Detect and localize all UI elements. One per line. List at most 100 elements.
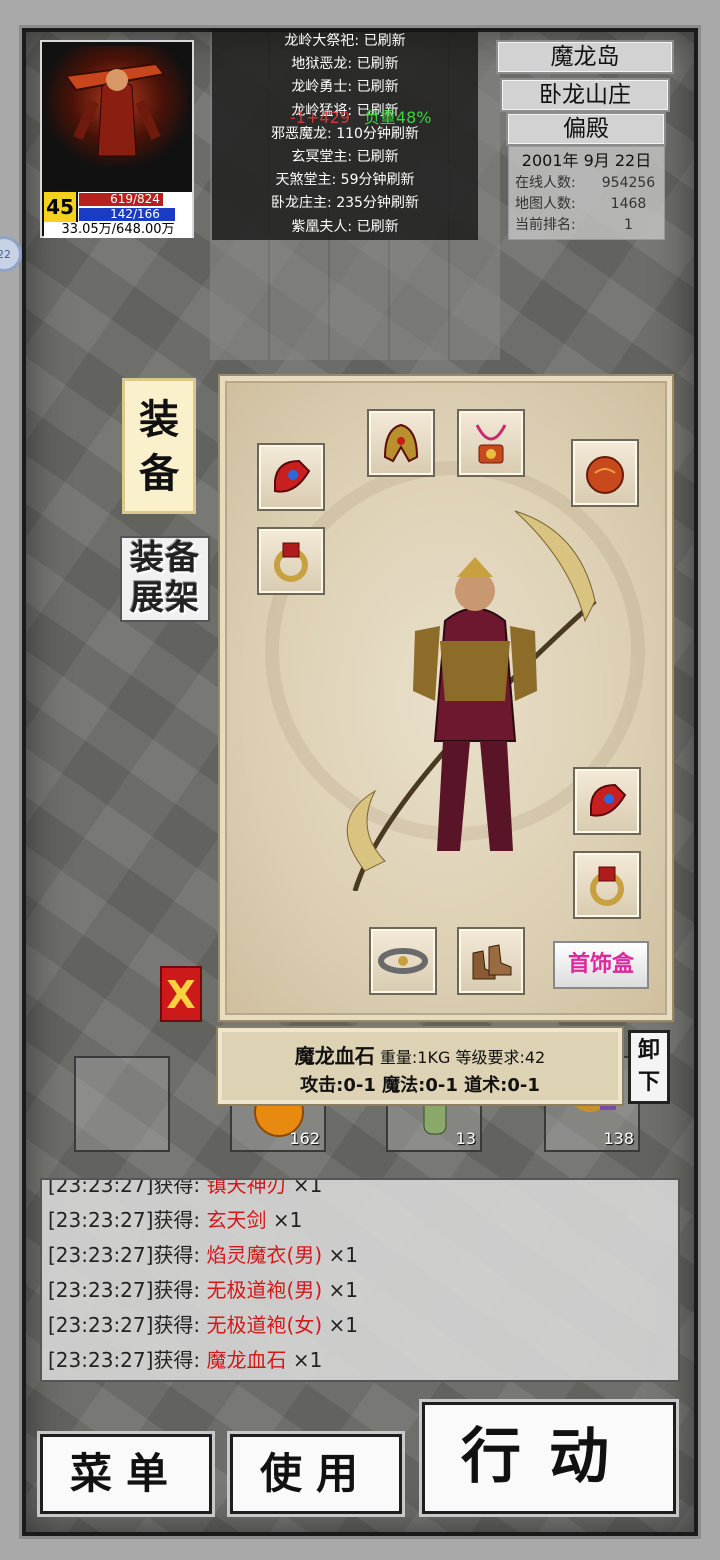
quick-slot-count: 13 — [455, 1129, 476, 1148]
online-value: 954256 — [601, 175, 656, 191]
log-item-name: 无极道袍(男) — [206, 1278, 323, 1302]
log-row: [23:23:27]获得: 无极道袍(男) ×1 — [48, 1273, 358, 1308]
belt-icon — [378, 948, 428, 974]
server-info-panel: 2001年 9月 22日 在线人数: 954256 地图人数: 1468 当前排名:… — [508, 146, 665, 240]
quick-slot-count: 162 — [289, 1129, 320, 1148]
equipment-panel: 首饰盒 — [220, 376, 672, 1020]
log-time: [23:23:27] — [48, 1278, 154, 1302]
damage-text: -1+429 — [290, 108, 350, 127]
tooltip-line-2: 攻击:0-1 魔法:0-1 道术:0-1 — [222, 1071, 618, 1097]
player-portrait: 软辅 — [46, 46, 188, 166]
log-item-name: 魔龙血石 — [206, 1348, 287, 1372]
info-row: 在线人数: 954256 — [515, 173, 658, 194]
log-row: [23:23:27]获得: 玄天剑 ×1 — [48, 1203, 358, 1238]
action-button[interactable]: 行动 — [422, 1402, 676, 1514]
log-quantity: ×1 — [322, 1278, 359, 1302]
log-verb: 获得: — [153, 1278, 207, 1302]
menu-button[interactable]: 菜单 — [40, 1434, 212, 1514]
tooltip-level-req: 等级要求:42 — [455, 1048, 546, 1067]
player-level: 45 — [44, 192, 76, 222]
slot-bracelet-left[interactable] — [257, 443, 325, 511]
mp-text: 142/166 — [110, 207, 160, 221]
log-time: [23:23:27] — [48, 1208, 154, 1232]
equipment-shelf-button[interactable]: 装备 展架 — [120, 536, 210, 622]
location-region: 魔龙岛 — [496, 40, 674, 74]
exp-text: 33.05万/648.00万 — [44, 222, 192, 238]
slot-bracelet-right[interactable] — [573, 767, 641, 835]
player-name: 软辅 — [46, 162, 188, 166]
log-time: [23:23:27] — [48, 1313, 154, 1337]
boss-row: 龙岭大祭祀: 已刷新 — [284, 33, 406, 49]
side-badge-count: 22 — [0, 247, 11, 261]
boss-row: 玄冥堂主: 已刷新 — [291, 148, 399, 165]
mp-bar: 142/166 — [78, 207, 192, 222]
use-button[interactable]: 使用 — [230, 1434, 402, 1514]
quick-slot-count: 138 — [603, 1129, 634, 1148]
ring-icon — [590, 866, 624, 906]
info-row: 地图人数: 1468 — [515, 194, 658, 215]
hp-text: 619/824 — [110, 192, 160, 206]
boss-row: 卧龙庄主: 235分钟刷新 — [271, 195, 419, 212]
quick-slot-1[interactable] — [74, 1056, 170, 1152]
game-date: 2001年 9月 22日 — [521, 151, 652, 170]
log-quantity: ×1 — [266, 1208, 303, 1232]
boots-icon — [472, 944, 512, 980]
log-item-name: 无极道袍(女) — [206, 1313, 323, 1337]
helmet-icon — [383, 423, 419, 463]
close-button[interactable]: X — [160, 966, 202, 1022]
slot-boots[interactable] — [457, 927, 525, 995]
log-row: [23:23:27]获得: 焰灵魔衣(男) ×1 — [48, 1238, 358, 1273]
rank-value: 1 — [624, 217, 633, 233]
log-quantity: ×1 — [286, 1348, 323, 1372]
tooltip-line-1: 魔龙血石 重量:1KG 等级要求:42 — [222, 1040, 618, 1069]
tooltip-item-name: 魔龙血石 — [294, 1044, 375, 1068]
boss-row: 紫凰夫人: 已刷新 — [291, 218, 399, 235]
necklace-icon — [475, 424, 507, 464]
log-quantity: ×1 — [322, 1243, 359, 1267]
log-quantity: ×1 — [322, 1313, 359, 1337]
unequip-button[interactable]: 卸下 — [628, 1030, 670, 1104]
tooltip-attack: 攻击:0-1 — [300, 1075, 376, 1096]
rank-label: 当前排名: — [515, 217, 576, 233]
log-row: [23:23:27]获得: 无极道袍(女) ×1 — [48, 1308, 358, 1343]
item-tooltip: 魔龙血石 重量:1KG 等级要求:42 攻击:0-1 魔法:0-1 道术:0-1 — [218, 1028, 622, 1104]
weight-load-text: 负重48% — [363, 108, 432, 127]
tab-equipment[interactable]: 装备 — [122, 378, 196, 514]
slot-medal[interactable] — [571, 439, 639, 507]
log-time: [23:23:27] — [48, 1243, 154, 1267]
slot-ring-right[interactable] — [573, 851, 641, 919]
map-count-label: 地图人数: — [515, 196, 576, 212]
bracelet-icon — [590, 783, 627, 817]
tooltip-weight: 重量:1KG — [379, 1048, 451, 1067]
log-verb: 获得: — [153, 1348, 207, 1372]
character-model — [346, 510, 597, 891]
log-time: [23:23:27] — [48, 1178, 154, 1197]
log-row: [23:23:27]获得: 镇天神刃 ×1 — [48, 1178, 358, 1203]
slot-necklace[interactable] — [457, 409, 525, 477]
slot-helmet[interactable] — [367, 409, 435, 477]
loot-log-list: [23:23:27]获得: 镇天神刃 ×1 [23:23:27]获得: 玄天剑 ×… — [48, 1178, 358, 1378]
info-row: 当前排名: 1 — [515, 215, 658, 236]
jewelry-box-button[interactable]: 首饰盒 — [553, 941, 649, 989]
bracelet-icon — [274, 459, 311, 493]
boss-row: 龙岭勇士: 已刷新 — [291, 79, 399, 96]
log-verb: 获得: — [153, 1178, 207, 1197]
loot-log[interactable]: [23:23:27]获得: 镇天神刃 ×1 [23:23:27]获得: 玄天剑 ×… — [40, 1178, 680, 1382]
location-room: 偏殿 — [506, 112, 666, 146]
online-label: 在线人数: — [515, 175, 576, 191]
log-verb: 获得: — [153, 1208, 207, 1232]
slot-ring-left[interactable] — [257, 527, 325, 595]
slot-belt[interactable] — [369, 927, 437, 995]
log-verb: 获得: — [153, 1243, 207, 1267]
boss-refresh-list[interactable]: 龙岭大祭祀: 已刷新 地狱恶龙: 已刷新 龙岭勇士: 已刷新 龙岭猛将: 已刷新… — [212, 30, 478, 240]
tooltip-tao: 道术:0-1 — [464, 1075, 540, 1096]
log-verb: 获得: — [153, 1313, 207, 1337]
log-quantity: ×1 — [286, 1178, 323, 1197]
tooltip-magic: 魔法:0-1 — [382, 1075, 458, 1096]
hp-bar: 619/824 — [78, 192, 192, 207]
ring-icon — [274, 542, 308, 582]
orb-icon — [586, 456, 624, 494]
player-status-panel[interactable]: 软辅 45 619/824 142/166 33.05万/648.00万 — [40, 40, 194, 238]
location-area: 卧龙山庄 — [500, 78, 670, 112]
map-count-value: 1468 — [610, 196, 647, 212]
